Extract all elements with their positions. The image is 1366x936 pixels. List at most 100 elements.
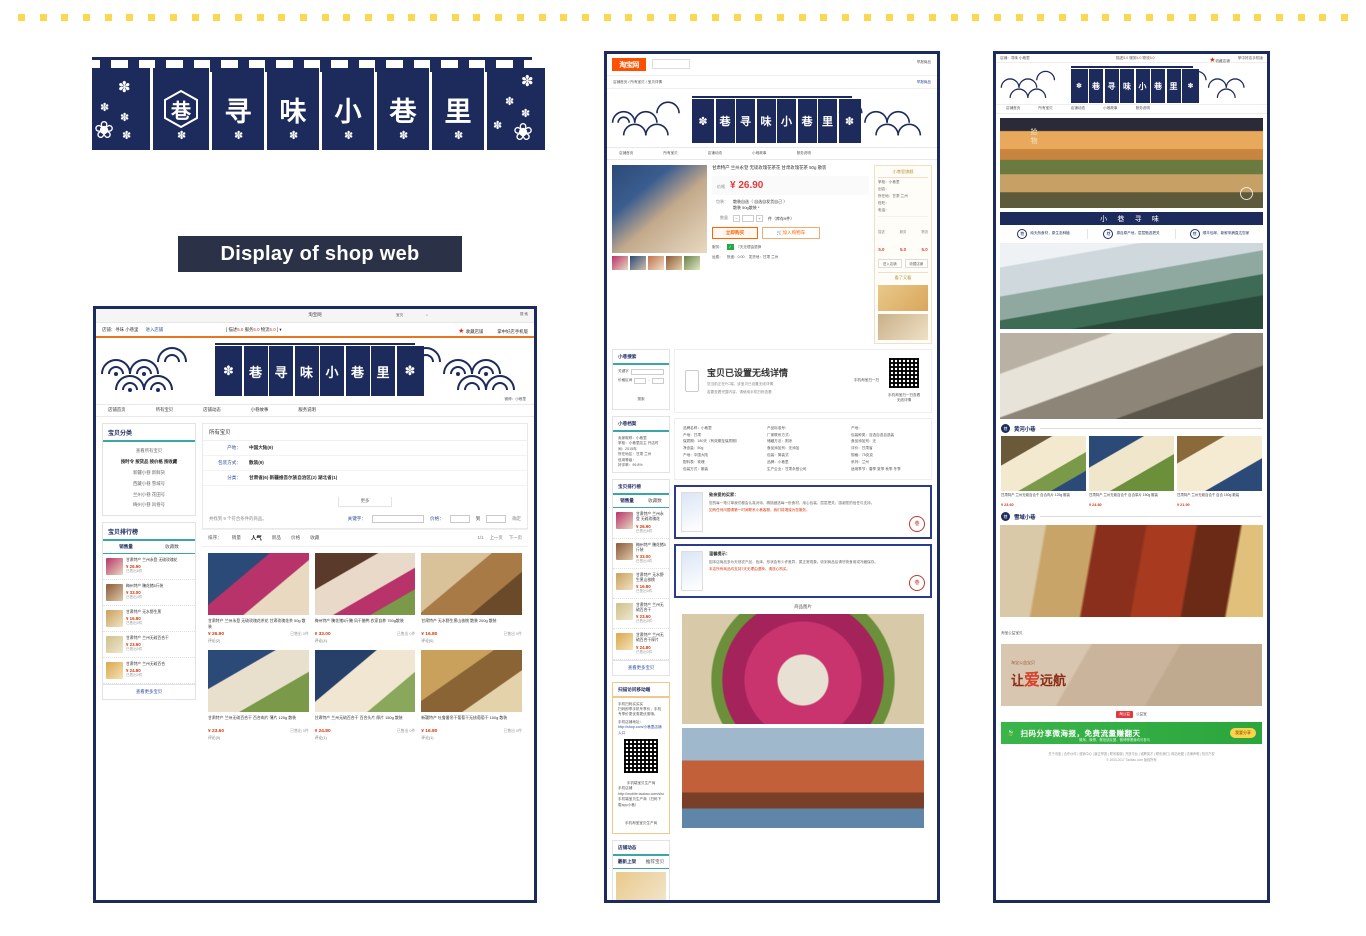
ranking-more-link[interactable]: 查看更多宝贝 — [613, 659, 669, 675]
sku-options[interactable]: 散装自选（ 自选自发货自己 ） 散装 50g散装 * — [733, 199, 787, 212]
nav-item-2[interactable]: 店铺动态 — [708, 151, 722, 156]
rank-item[interactable]: 甘肃特产 无水野生黑 ¥ 16.80 已售出0件 — [103, 606, 195, 632]
price-min[interactable] — [634, 378, 647, 384]
filter-option[interactable]: 甘肃省(6) 新疆维吾尔族自治区(2) 湖北省(1) — [249, 475, 337, 481]
nav-item-1[interactable]: 所有宝贝 — [663, 151, 677, 156]
qr-row[interactable]: http://shop.com/小巷里店铺入口 — [618, 725, 664, 736]
shop-name[interactable]: 店铺：寻味 小巷里 — [1000, 56, 1030, 61]
price-max-input[interactable] — [486, 515, 507, 523]
new-tab-recommend[interactable]: 推荐宝贝 — [641, 856, 669, 868]
new-tab-latest[interactable]: 最新上架 — [613, 856, 641, 868]
rank-tab-favorites[interactable]: 收藏数 — [149, 541, 195, 553]
nav-item-4[interactable]: 服务说明 — [298, 407, 316, 414]
qty-input[interactable] — [742, 215, 754, 223]
filter-option[interactable]: 中国大陆(9) — [249, 445, 273, 451]
product-name[interactable]: 甘肃特产 兰州无硫百合干 百合厚片 150g 散装 — [1089, 493, 1174, 502]
category-item-0[interactable]: 查看所有宝贝 — [108, 446, 190, 457]
product-reviews[interactable]: 评论(4) — [315, 639, 416, 644]
rank-item[interactable]: 甘肃特产 无水野生黑山核桃 ¥ 16.80 已售出0件 — [613, 569, 669, 600]
nav-item-0[interactable]: 店铺首页 — [108, 407, 126, 414]
nav-item-4[interactable]: 服务说明 — [797, 151, 811, 156]
rank-item[interactable]: 甘肃特产 兰州无硫百合 ¥ 24.80 已售出0件 — [103, 658, 195, 684]
buy-now-button[interactable]: 立即购买 — [712, 227, 758, 240]
nav-item-2[interactable]: 店铺动态 — [203, 407, 221, 414]
price-min-input[interactable] — [449, 515, 470, 523]
nav-item-1[interactable]: 所有宝贝 — [156, 407, 174, 414]
new-item-image[interactable] — [616, 871, 666, 900]
filter-confirm-button[interactable]: 确定 — [512, 516, 521, 522]
search-icon[interactable]: ⌕ — [426, 313, 428, 318]
product-name[interactable]: 甘肃特产 无水野生黑山核桃 散装 200g 散装 — [421, 618, 522, 629]
enter-shop-button[interactable]: 进入店铺 — [878, 259, 902, 268]
product-image[interactable] — [314, 650, 416, 712]
nav-item-1[interactable]: 所有宝贝 — [1038, 106, 1052, 111]
rank-tab-sales[interactable]: 销售量 — [613, 495, 641, 507]
product-image[interactable] — [1177, 436, 1262, 491]
sort-favorites[interactable]: 收藏 — [310, 535, 319, 541]
next-page-button[interactable]: 下一页 — [509, 535, 522, 541]
product-reviews[interactable]: 评论(0) — [208, 736, 309, 741]
taobao-logo[interactable]: 淘宝网 — [612, 58, 646, 71]
mobile-shop-link[interactable]: 掌中好店手机版 — [497, 329, 528, 336]
favorite-shop-button[interactable]: 收藏店铺 — [904, 259, 928, 268]
rank-tab-favorites[interactable]: 收藏数 — [641, 495, 669, 507]
category-item-5[interactable]: 梅州小巷 风俗号 — [108, 500, 190, 511]
thumb[interactable] — [612, 256, 628, 270]
rank-item[interactable]: 甘肃特产 兰州无硫百合干厚片 ¥ 24.80 已售出0件 — [613, 629, 669, 660]
header-links[interactable]: 举报商品 — [917, 60, 931, 65]
share-button[interactable]: 我要分享 — [1230, 728, 1256, 738]
product-card[interactable]: 甘肃特产 兰州无硫百合干 百合头片 厚片 150g 散装 ¥ 24.80 已售出 0… — [314, 650, 416, 741]
nav-item-3[interactable]: 小巷故事 — [1103, 106, 1117, 111]
product-image[interactable] — [1001, 436, 1086, 491]
search-category[interactable]: 宝贝 — [396, 313, 403, 318]
product-image[interactable] — [1089, 436, 1174, 491]
product-card[interactable]: 甘肃特产 兰州无硫百合干 百合肉片 125g 散装 ¥ 23.60 — [1001, 436, 1086, 507]
topbar-search-btn[interactable]: 搜 索 — [520, 312, 528, 317]
rank-item[interactable]: 梅州特产 腌花猪5斤装 ¥ 33.00 已售出4件 — [103, 580, 195, 606]
product-card[interactable]: 甘肃特产 兰州无硫百合干 百合 150g 散装 ¥ 21.90 — [1177, 436, 1262, 507]
nav-item-3[interactable]: 小巷故事 — [251, 407, 269, 414]
thumb[interactable] — [666, 256, 682, 270]
product-image[interactable] — [314, 553, 416, 615]
product-reviews[interactable]: 评论(1) — [315, 736, 416, 741]
ranking-more-link[interactable]: 查看更多宝贝 — [103, 683, 195, 699]
search-button[interactable]: 搜索 — [637, 397, 644, 401]
product-name[interactable]: 甘肃特产 兰州无硫百合干 百合头片 厚片 150g 散装 — [315, 715, 416, 726]
image-cormorant-fisherman[interactable] — [1000, 243, 1263, 329]
nav-item-4[interactable]: 服务说明 — [1136, 106, 1150, 111]
rank-item[interactable]: 甘肃特产 兰州无硫百合干 ¥ 23.60 已售出0件 — [613, 599, 669, 630]
product-card[interactable]: 甘肃特产 无水野生黑山核桃 散装 200g 散装 ¥ 16.80 已售出 0件 评论(… — [421, 553, 522, 644]
enter-shop-link[interactable]: 进入店铺 — [146, 327, 164, 332]
sort-price[interactable]: 价格 — [291, 535, 300, 541]
share-promo-banner[interactable]: 🍃 扫码分享微海报，免费流量赚翻天 微淘、微博、微信朋友圈、微博等渠道均可参与 … — [1001, 722, 1262, 744]
image-dried-chili-alley[interactable] — [1000, 525, 1263, 617]
product-image[interactable] — [421, 650, 522, 712]
image-geese[interactable] — [1000, 333, 1263, 419]
shop-name-group[interactable]: 店铺：寻味 小巷里 进入店铺 — [102, 327, 163, 334]
product-card[interactable]: 甘肃特产 兰州无硫百合干 百合肉片 薄片 125g 散装 ¥ 23.60 已售出 0… — [208, 650, 309, 741]
filter-more-button[interactable]: 更多 — [337, 496, 393, 507]
product-card[interactable]: 梅州特产 腌花猪5斤腌 风干腊鸭 农家自养 750g散装 ¥ 33.00 已售出 0… — [314, 553, 416, 644]
rank-item[interactable]: 梅州特产 腌花猪5斤装 ¥ 33.00 已售出4件 — [613, 539, 669, 569]
nav-item-3[interactable]: 小巷故事 — [752, 151, 766, 156]
product-card[interactable]: 甘肃特产 兰州无硫百合干 百合厚片 150g 散装 ¥ 24.80 — [1089, 436, 1174, 507]
product-card[interactable]: 甘肃特产 兰州永登 无硫玫瑰花茶花 甘肃玫瑰花茶 50g 散装 ¥ 26.90 已售… — [208, 553, 309, 644]
qr-button[interactable]: 手机淘宝宝贝生产商 — [625, 821, 657, 825]
thumb[interactable] — [684, 256, 700, 270]
thumb[interactable] — [630, 256, 646, 270]
qty-minus-button[interactable]: − — [733, 215, 740, 223]
rank-item[interactable]: 甘肃特产 兰州永登 无硫玫瑰花 ¥ 26.90 已售出6件 — [103, 554, 195, 580]
product-card[interactable]: 新疆特产 吐鲁番吊干葡萄干无核葡萄干 150g 散装 ¥ 16.80 已售出 0件评… — [421, 650, 522, 741]
product-image[interactable] — [421, 553, 522, 615]
product-name[interactable]: 甘肃特产 兰州永登 无硫玫瑰花茶花 甘肃玫瑰花茶 50g 散装 — [208, 618, 309, 629]
product-name[interactable]: 梅州特产 腌花猪5斤腌 风干腊鸭 农家自养 750g散装 — [315, 618, 416, 629]
category-item-3[interactable]: 西藏小巷 雪域号 — [108, 478, 190, 489]
breadcrumb-path[interactable]: 店铺首页 / 所有宝贝 / 宝贝详情 — [613, 80, 662, 85]
sort-popularity[interactable]: 人气 — [251, 534, 262, 542]
recommend-image[interactable] — [878, 314, 928, 340]
nav-item-0[interactable]: 店铺首页 — [1006, 106, 1020, 111]
kw-input[interactable] — [630, 369, 664, 375]
product-image[interactable] — [208, 650, 309, 712]
nav-item-0[interactable]: 店铺首页 — [619, 151, 633, 156]
charity-banner[interactable]: 淘宝公益宝贝 让爱远航 — [1001, 644, 1262, 706]
